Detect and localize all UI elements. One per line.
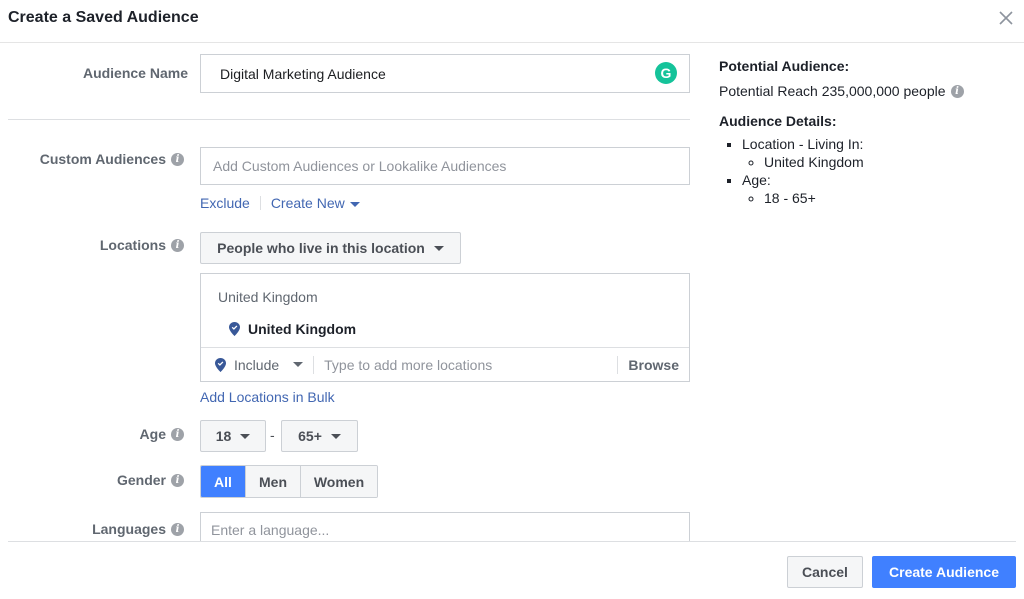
caret-down-icon <box>330 433 341 439</box>
age-label-text: Age <box>139 426 166 442</box>
location-add-row: Include Type to add more locations Brows… <box>201 347 689 381</box>
section-divider <box>8 119 690 120</box>
caret-down-icon <box>349 201 360 207</box>
languages-label: Languages i <box>92 521 184 537</box>
links-divider <box>259 196 261 210</box>
dialog-header: Create a Saved Audience <box>0 0 1024 43</box>
gender-label-text: Gender <box>116 472 166 488</box>
potential-reach: Potential Reach 235,000,000 people i <box>719 83 1009 99</box>
cancel-button[interactable]: Cancel <box>787 556 863 588</box>
potential-audience-heading: Potential Audience: <box>719 58 850 74</box>
vertical-divider <box>313 355 315 374</box>
grammarly-icon[interactable]: G <box>655 62 677 84</box>
create-new-dropdown[interactable]: Create New <box>271 195 360 211</box>
gender-label: Gender i <box>117 472 184 488</box>
audience-name-label-text: Audience Name <box>82 65 188 81</box>
selected-location-name: United Kingdom <box>248 321 357 337</box>
add-locations-bulk-link[interactable]: Add Locations in Bulk <box>200 389 335 405</box>
age-label: Age i <box>140 426 184 442</box>
detail-item: Age: 18 - 65+ <box>742 171 1009 207</box>
custom-audiences-actions: Exclude Create New <box>200 195 360 211</box>
potential-reach-text: Potential Reach 235,000,000 people <box>719 83 946 99</box>
detail-value: 18 - 65+ <box>764 189 1009 207</box>
custom-audiences-label-text: Custom Audiences <box>39 151 166 167</box>
detail-item: Location - Living In: United Kingdom <box>742 135 1009 171</box>
audience-summary-panel: Potential Audience: Potential Reach 235,… <box>719 58 1009 207</box>
age-min-value: 18 <box>215 428 232 444</box>
footer-divider <box>8 541 1016 542</box>
location-type-value: People who live in this location <box>217 240 425 256</box>
detail-label: Age: <box>742 172 771 188</box>
create-audience-button[interactable]: Create Audience <box>872 556 1016 588</box>
audience-name-label: Audience Name <box>83 65 188 81</box>
info-icon[interactable]: i <box>171 473 184 487</box>
languages-placeholder: Enter a language... <box>211 522 330 538</box>
dialog-title: Create a Saved Audience <box>8 9 199 26</box>
audience-details-heading: Audience Details: <box>719 113 837 129</box>
info-icon[interactable]: i <box>171 522 184 536</box>
age-max-dropdown[interactable]: 65+ <box>281 420 358 452</box>
custom-audiences-placeholder: Add Custom Audiences or Lookalike Audien… <box>213 158 507 174</box>
caret-down-icon <box>293 362 304 367</box>
gender-segmented-control: All Men Women <box>200 465 378 498</box>
age-max-value: 65+ <box>298 428 322 444</box>
age-separator: - <box>270 427 275 443</box>
location-group-header: United Kingdom <box>218 289 318 305</box>
location-pin-icon <box>229 322 240 336</box>
location-search-input[interactable]: Type to add more locations <box>324 357 617 373</box>
age-min-dropdown[interactable]: 18 <box>200 420 266 452</box>
caret-down-icon <box>240 433 251 439</box>
create-new-label: Create New <box>270 195 345 211</box>
languages-label-text: Languages <box>92 521 166 537</box>
include-dropdown[interactable]: Include <box>215 356 304 373</box>
selected-location[interactable]: United Kingdom <box>229 321 356 337</box>
custom-audiences-label: Custom Audiences i <box>40 151 184 167</box>
languages-input[interactable]: Enter a language... <box>200 512 690 542</box>
location-pin-icon <box>215 357 226 372</box>
locations-label: Locations i <box>100 237 184 253</box>
detail-label: Location - Living In: <box>742 136 864 152</box>
gender-option-all[interactable]: All <box>201 466 246 497</box>
locations-label-text: Locations <box>99 237 166 253</box>
custom-audiences-input[interactable]: Add Custom Audiences or Lookalike Audien… <box>200 147 690 185</box>
locations-box: United Kingdom United Kingdom Include Ty… <box>200 273 690 382</box>
exclude-link[interactable]: Exclude <box>200 195 250 211</box>
gender-option-women[interactable]: Women <box>301 466 377 497</box>
include-label: Include <box>234 356 280 373</box>
audience-name-value: Digital Marketing Audience <box>220 65 386 82</box>
info-icon[interactable]: i <box>171 238 184 252</box>
location-type-dropdown[interactable]: People who live in this location <box>200 232 461 264</box>
caret-down-icon <box>433 245 444 251</box>
audience-name-input[interactable]: Digital Marketing Audience <box>200 54 690 93</box>
info-icon[interactable]: i <box>171 427 184 441</box>
info-icon[interactable]: i <box>950 84 964 98</box>
close-icon[interactable] <box>997 9 1015 27</box>
gender-option-men[interactable]: Men <box>246 466 301 497</box>
info-icon[interactable]: i <box>171 152 184 166</box>
browse-button[interactable]: Browse <box>617 355 689 374</box>
detail-value: United Kingdom <box>764 153 1009 171</box>
audience-details-list: Location - Living In: United Kingdom Age… <box>742 135 1009 207</box>
